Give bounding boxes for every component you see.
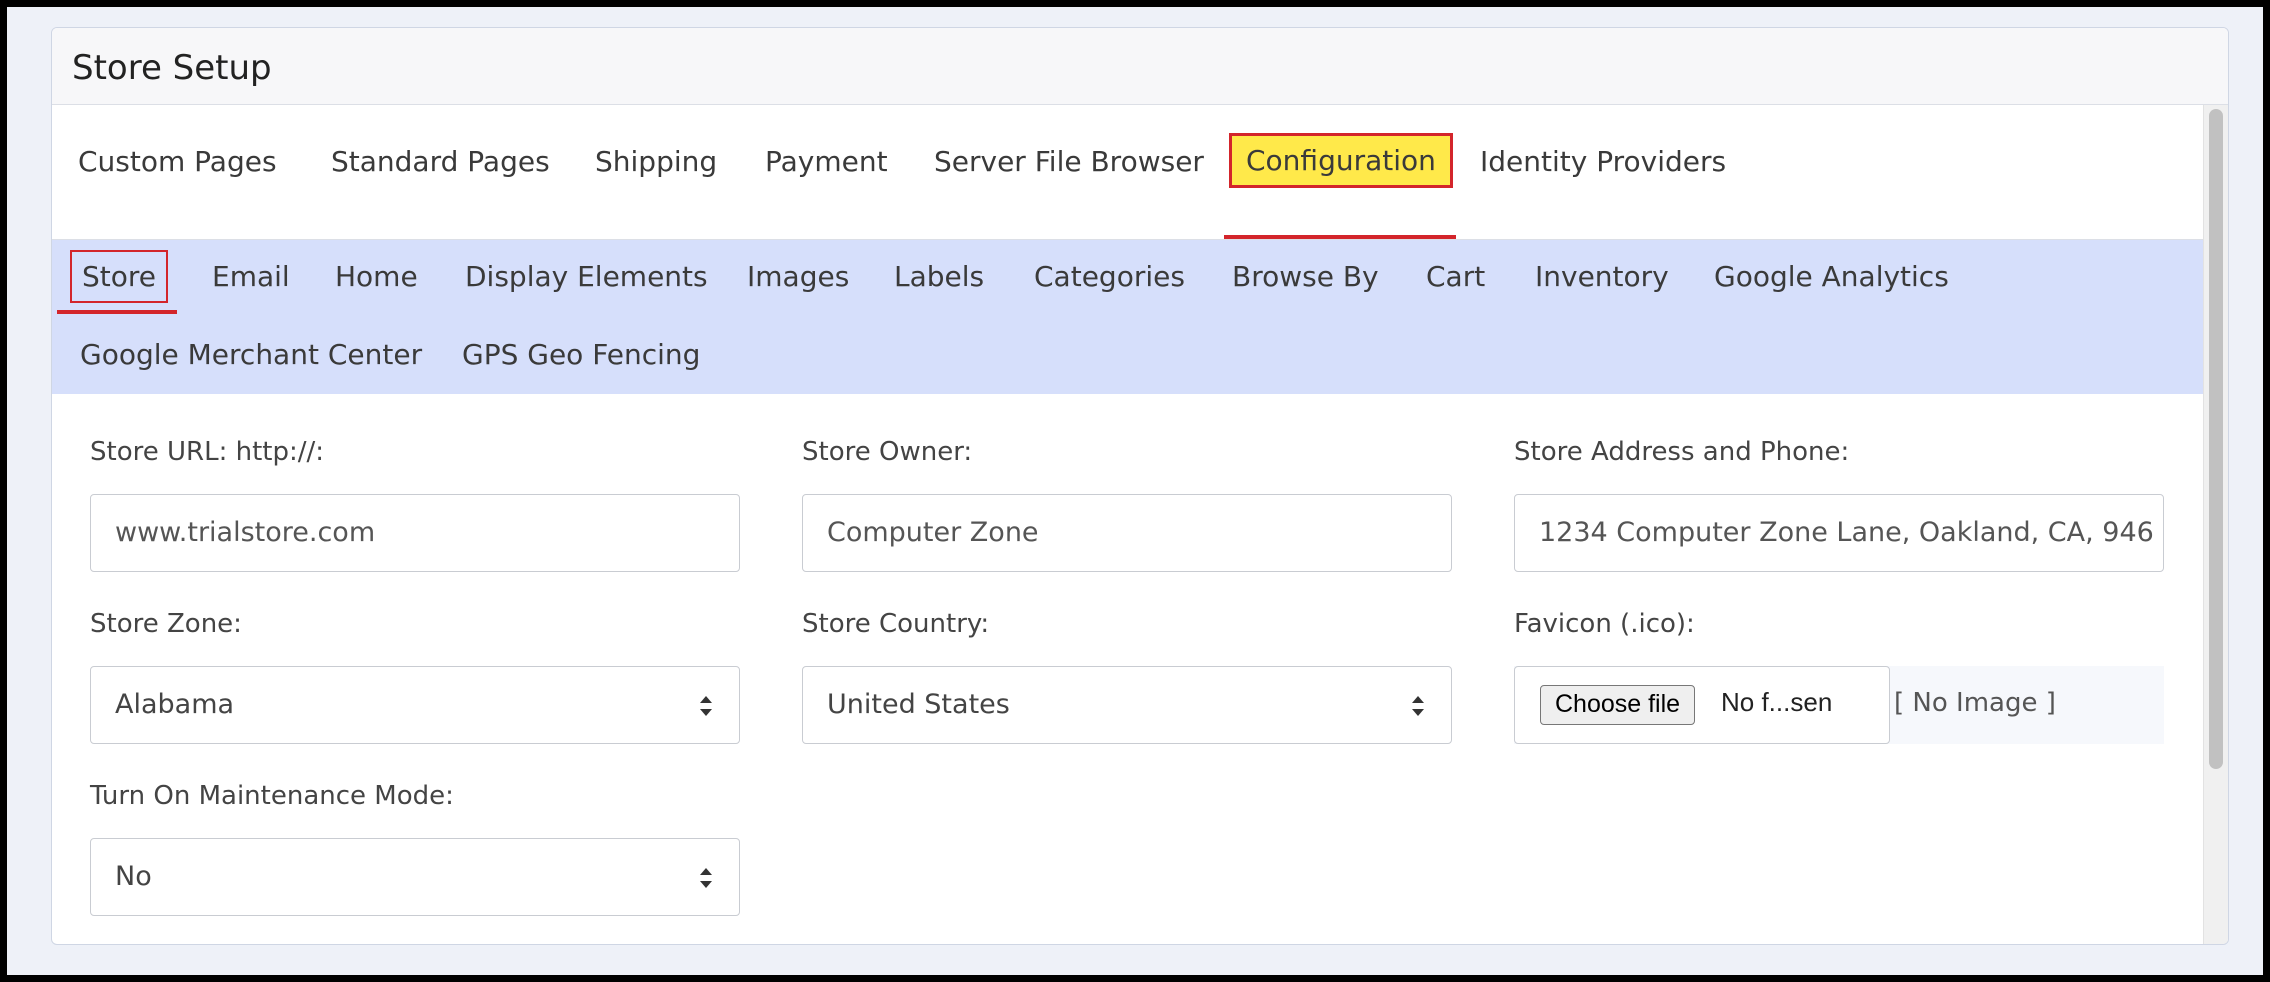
store-owner-input[interactable]: Computer Zone	[802, 494, 1452, 572]
subtab-inventory[interactable]: Inventory	[1535, 260, 1669, 293]
store-zone-label: Store Zone:	[90, 609, 242, 639]
page-background: Store Setup Custom Pages Standard Pages …	[7, 7, 2263, 975]
tab-payment[interactable]: Payment	[765, 145, 888, 178]
panel-body: Custom Pages Standard Pages Shipping Pay…	[52, 105, 2204, 944]
main-tab-bar: Custom Pages Standard Pages Shipping Pay…	[52, 105, 2204, 240]
subtab-google-merchant-center[interactable]: Google Merchant Center	[80, 338, 422, 371]
subtab-gps-geo-fencing[interactable]: GPS Geo Fencing	[462, 338, 700, 371]
config-sub-tab-bar: Store Email Home Display Elements Images…	[52, 240, 2204, 394]
tab-server-file-browser[interactable]: Server File Browser	[934, 145, 1204, 178]
tab-shipping[interactable]: Shipping	[595, 145, 717, 178]
subtab-display-elements[interactable]: Display Elements	[465, 260, 708, 293]
panel-header: Store Setup	[52, 28, 2228, 105]
favicon-field: Choose file No f...sen [ No Image ]	[1514, 666, 2164, 744]
store-zone-value: Alabama	[115, 689, 235, 720]
subtab-images[interactable]: Images	[747, 260, 849, 293]
panel-title: Store Setup	[72, 48, 272, 88]
favicon-label: Favicon (.ico):	[1514, 609, 1695, 639]
tab-standard-pages[interactable]: Standard Pages	[331, 145, 550, 178]
select-arrows-icon	[700, 868, 712, 888]
active-subtab-indicator	[57, 310, 177, 314]
maintenance-label: Turn On Maintenance Mode:	[90, 781, 454, 811]
subtab-browse-by[interactable]: Browse By	[1232, 260, 1379, 293]
active-tab-indicator	[1224, 235, 1456, 239]
select-arrows-icon	[1412, 696, 1424, 716]
subtab-labels[interactable]: Labels	[894, 260, 984, 293]
tab-identity-providers[interactable]: Identity Providers	[1480, 145, 1726, 178]
select-arrows-icon	[700, 696, 712, 716]
subtab-categories[interactable]: Categories	[1034, 260, 1185, 293]
tab-configuration[interactable]: Configuration	[1229, 133, 1453, 188]
store-address-label: Store Address and Phone:	[1514, 437, 1850, 467]
store-country-select[interactable]: United States	[802, 666, 1452, 744]
file-status-text: No f...sen	[1721, 687, 1833, 717]
tab-custom-pages[interactable]: Custom Pages	[78, 145, 277, 178]
store-country-label: Store Country:	[802, 609, 990, 639]
choose-file-button[interactable]: Choose file	[1540, 685, 1696, 725]
maintenance-value: No	[115, 861, 152, 892]
maintenance-select[interactable]: No	[90, 838, 740, 916]
store-url-input[interactable]: www.trialstore.com	[90, 494, 740, 572]
store-setup-panel: Store Setup Custom Pages Standard Pages …	[51, 27, 2229, 945]
scrollbar-thumb[interactable]	[2209, 109, 2223, 769]
subtab-google-analytics[interactable]: Google Analytics	[1714, 260, 1949, 293]
vertical-scrollbar[interactable]	[2203, 105, 2228, 944]
store-zone-select[interactable]: Alabama	[90, 666, 740, 744]
subtab-email[interactable]: Email	[212, 260, 290, 293]
favicon-preview: [ No Image ]	[1894, 688, 2056, 718]
subtab-store[interactable]: Store	[69, 250, 169, 303]
subtab-home[interactable]: Home	[335, 260, 418, 293]
store-url-label: Store URL: http://:	[90, 437, 324, 467]
store-address-input[interactable]: 1234 Computer Zone Lane, Oakland, CA, 94…	[1514, 494, 2164, 572]
store-country-value: United States	[827, 689, 1010, 720]
subtab-cart[interactable]: Cart	[1426, 260, 1485, 293]
store-owner-label: Store Owner:	[802, 437, 973, 467]
favicon-file-input[interactable]: Choose file No f...sen	[1514, 666, 1890, 744]
